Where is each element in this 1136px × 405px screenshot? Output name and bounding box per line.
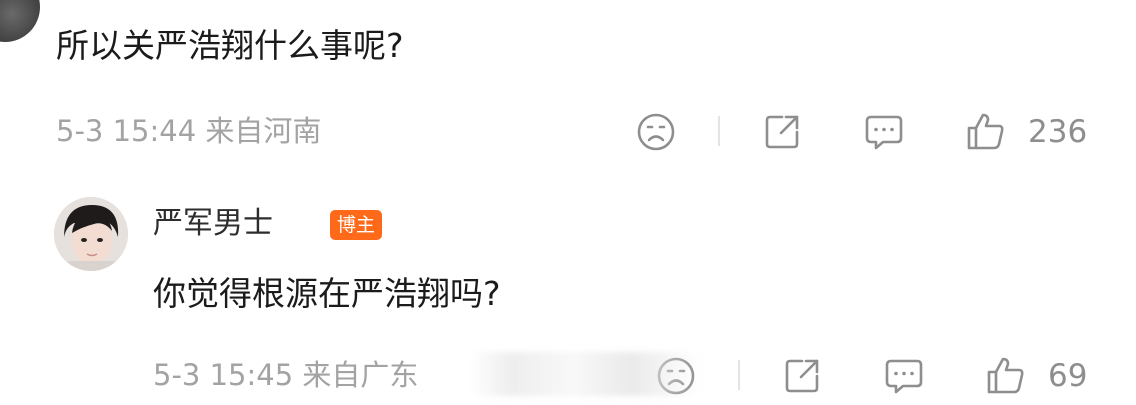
share-icon[interactable] (760, 110, 804, 154)
like-count: 69 (1048, 358, 1088, 394)
comment-icon[interactable] (882, 354, 926, 398)
like-count: 236 (1028, 114, 1088, 150)
blogger-badge: 博主 (330, 210, 383, 240)
reply-meta: 5-3 15:45 来自广东 (153, 358, 419, 392)
share-icon[interactable] (780, 354, 824, 398)
comment-meta: 5-3 15:44 来自河南 (56, 114, 322, 148)
action-divider (738, 360, 740, 390)
action-divider (718, 116, 720, 146)
previous-commenter-avatar[interactable] (0, 0, 40, 42)
reply-text: 你觉得根源在严浩翔吗? (153, 274, 501, 313)
thumbs-up-icon[interactable] (984, 354, 1028, 398)
blogger-avatar[interactable] (54, 197, 128, 271)
comment-icon[interactable] (862, 110, 906, 154)
username[interactable]: 严军男士 (153, 206, 273, 242)
comment-text: 所以关严浩翔什么事呢? (56, 26, 404, 65)
blurred-overlay (470, 352, 700, 396)
thumbs-up-icon[interactable] (964, 110, 1008, 154)
sad-face-icon[interactable] (634, 110, 678, 154)
